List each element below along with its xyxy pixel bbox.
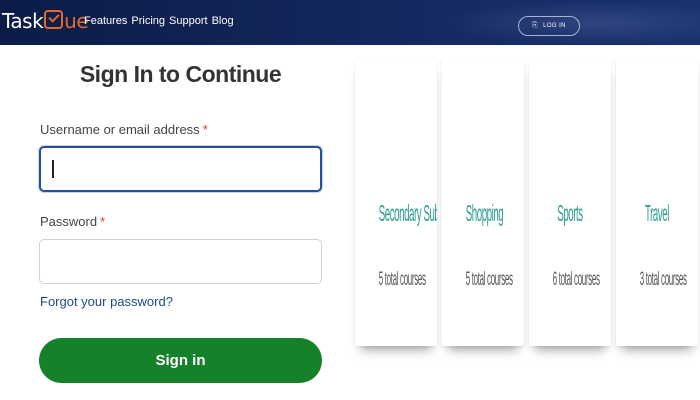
- category-course-count: 5 total courses: [465, 269, 513, 290]
- top-header: Task ue Features Pricing Support Blog ⎘ L…: [0, 0, 700, 45]
- sign-in-button[interactable]: Sign in: [39, 338, 322, 383]
- text-caret: [52, 160, 54, 178]
- checkbox-logo-icon: [44, 10, 64, 29]
- taskque-logo[interactable]: Task ue: [2, 7, 89, 35]
- password-label: Password *: [40, 214, 106, 229]
- category-course-count: 6 total courses: [552, 269, 600, 290]
- category-course-count: 3 total courses: [639, 269, 687, 290]
- nav-pricing[interactable]: Pricing: [131, 13, 165, 29]
- forgot-password-link[interactable]: Forgot your password?: [40, 294, 173, 309]
- category-title: Shopping: [465, 200, 504, 226]
- login-icon: ⎘: [532, 22, 539, 29]
- nav-support[interactable]: Support: [169, 13, 208, 29]
- username-field[interactable]: [39, 146, 322, 192]
- category-card-shopping[interactable]: Shopping 5 total courses: [442, 58, 524, 346]
- category-card-travel[interactable]: Travel 3 total courses: [616, 58, 698, 346]
- category-title: Secondary Subjects: [378, 200, 437, 226]
- nav-blog[interactable]: Blog: [212, 13, 234, 29]
- nav-features[interactable]: Features: [84, 13, 127, 29]
- category-card-secondary-subjects[interactable]: Secondary Subjects 5 total courses: [355, 58, 437, 346]
- page-title: Sign In to Continue: [79, 61, 282, 87]
- category-card-sports[interactable]: Sports 6 total courses: [529, 58, 611, 346]
- category-title: Sports: [557, 200, 583, 226]
- logo-text: Task ue: [2, 9, 89, 33]
- password-field[interactable]: [39, 239, 322, 284]
- login-button[interactable]: ⎘ LOG IN: [518, 16, 580, 36]
- login-button-label: LOG IN: [543, 23, 566, 29]
- required-marker: *: [100, 214, 106, 229]
- username-label: Username or email address *: [40, 122, 208, 137]
- required-marker: *: [202, 122, 208, 137]
- category-title: Travel: [645, 200, 669, 226]
- category-course-count: 5 total courses: [378, 269, 426, 290]
- main-nav: Features Pricing Support Blog: [84, 13, 234, 29]
